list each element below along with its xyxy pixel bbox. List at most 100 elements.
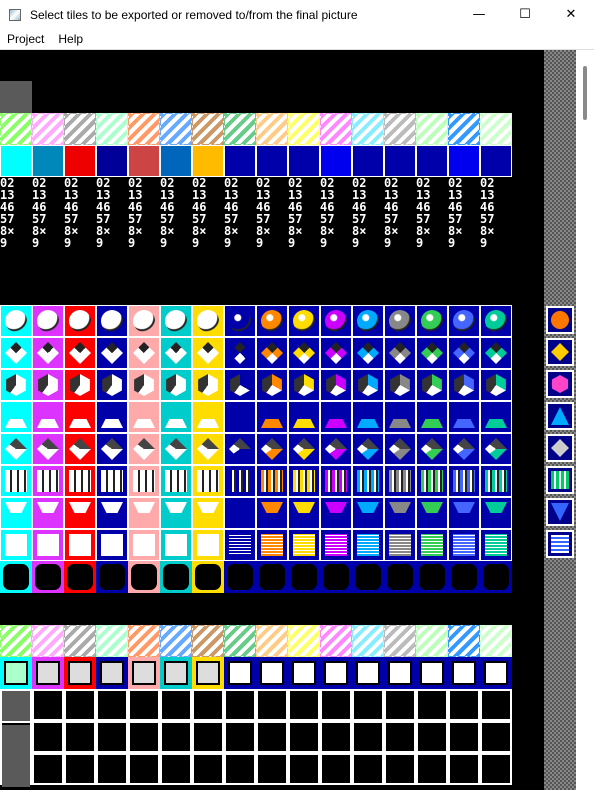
palette-tile[interactable] [32, 145, 64, 177]
gem-tile[interactable] [192, 497, 224, 529]
gem-tile[interactable] [480, 337, 512, 369]
gem-tile[interactable] [320, 401, 352, 433]
gem-tile[interactable] [96, 401, 128, 433]
gem-tile[interactable] [384, 497, 416, 529]
palette-tile[interactable] [160, 145, 192, 177]
palette-tile[interactable] [480, 145, 512, 177]
gem-tile[interactable] [256, 465, 288, 497]
frame-tile[interactable] [64, 561, 96, 593]
stripe-tile[interactable] [160, 625, 192, 657]
gem-tile[interactable] [256, 369, 288, 401]
gem-tile[interactable] [0, 529, 32, 561]
gem-tile[interactable] [160, 529, 192, 561]
stripe-tile[interactable] [384, 113, 416, 145]
maximize-button[interactable]: ☐ [502, 0, 548, 29]
black-box-tile[interactable] [384, 689, 416, 721]
outline-tile[interactable] [288, 657, 320, 689]
black-box-tile[interactable] [256, 689, 288, 721]
stripe-tile[interactable] [96, 113, 128, 145]
gem-tile[interactable] [384, 305, 416, 337]
gem-tile[interactable] [480, 401, 512, 433]
gem-tile[interactable] [96, 465, 128, 497]
black-box-tile[interactable] [96, 753, 128, 785]
outline-tile[interactable] [448, 657, 480, 689]
gem-tile[interactable] [64, 433, 96, 465]
stripe-tile[interactable] [192, 113, 224, 145]
black-box-tile[interactable] [352, 753, 384, 785]
gem-tile[interactable] [224, 497, 256, 529]
black-box-tile[interactable] [416, 753, 448, 785]
black-box-tile[interactable] [448, 689, 480, 721]
gem-tile[interactable] [192, 401, 224, 433]
stripe-tile[interactable] [128, 113, 160, 145]
gem-tile[interactable] [384, 433, 416, 465]
gem-tile[interactable] [96, 369, 128, 401]
number-tile[interactable]: 02 13 46 57 8× 9 [416, 177, 448, 271]
gem-tile[interactable] [256, 433, 288, 465]
gem-tile[interactable] [224, 529, 256, 561]
black-box-tile[interactable] [64, 689, 96, 721]
gem-tile[interactable] [352, 401, 384, 433]
gem-tile[interactable] [192, 465, 224, 497]
stripe-tile[interactable] [128, 625, 160, 657]
gem-tile[interactable] [448, 529, 480, 561]
stripe-tile[interactable] [256, 625, 288, 657]
outline-tile[interactable] [96, 657, 128, 689]
number-tile[interactable]: 02 13 46 57 8× 9 [384, 177, 416, 271]
gem-tile[interactable] [224, 337, 256, 369]
black-box-tile[interactable] [480, 689, 512, 721]
side-gem-tile[interactable] [546, 530, 574, 558]
black-box-tile[interactable] [480, 721, 512, 753]
gem-tile[interactable] [224, 305, 256, 337]
black-box-tile[interactable] [96, 689, 128, 721]
gem-tile[interactable] [32, 401, 64, 433]
black-box-tile[interactable] [192, 721, 224, 753]
frame-tile[interactable] [32, 561, 64, 593]
black-box-tile[interactable] [224, 753, 256, 785]
gem-tile[interactable] [256, 529, 288, 561]
gem-tile[interactable] [448, 369, 480, 401]
black-box-tile[interactable] [416, 689, 448, 721]
palette-tile[interactable] [288, 145, 320, 177]
side-gem-tile[interactable] [546, 306, 574, 334]
black-box-tile[interactable] [64, 721, 96, 753]
number-tile[interactable]: 02 13 46 57 8× 9 [96, 177, 128, 271]
stripe-tile[interactable] [64, 113, 96, 145]
side-gem-tile[interactable] [546, 370, 574, 398]
side-gem-tile[interactable] [546, 338, 574, 366]
black-box-tile[interactable] [320, 721, 352, 753]
gem-tile[interactable] [192, 529, 224, 561]
gem-tile[interactable] [64, 465, 96, 497]
stripe-tile[interactable] [64, 625, 96, 657]
scrollbar-thumb[interactable] [583, 66, 587, 120]
gem-tile[interactable] [352, 305, 384, 337]
stripe-tile[interactable] [480, 113, 512, 145]
black-box-tile[interactable] [192, 689, 224, 721]
gem-tile[interactable] [128, 401, 160, 433]
outline-tile[interactable] [128, 657, 160, 689]
outline-tile[interactable] [480, 657, 512, 689]
black-box-tile[interactable] [64, 753, 96, 785]
gem-tile[interactable] [96, 433, 128, 465]
outline-tile[interactable] [192, 657, 224, 689]
gem-tile[interactable] [448, 465, 480, 497]
stripe-tile[interactable] [224, 113, 256, 145]
gem-tile[interactable] [32, 369, 64, 401]
gem-tile[interactable] [32, 497, 64, 529]
number-tile[interactable]: 02 13 46 57 8× 9 [192, 177, 224, 271]
gem-tile[interactable] [448, 401, 480, 433]
gem-tile[interactable] [384, 369, 416, 401]
gem-tile[interactable] [416, 369, 448, 401]
black-box-tile[interactable] [288, 689, 320, 721]
gem-tile[interactable] [416, 529, 448, 561]
gem-tile[interactable] [192, 433, 224, 465]
frame-tile[interactable] [480, 561, 512, 593]
gem-tile[interactable] [320, 465, 352, 497]
gem-tile[interactable] [448, 497, 480, 529]
gem-tile[interactable] [192, 369, 224, 401]
gem-tile[interactable] [416, 337, 448, 369]
gem-tile[interactable] [416, 305, 448, 337]
palette-tile[interactable] [64, 145, 96, 177]
number-tile[interactable]: 02 13 46 57 8× 9 [160, 177, 192, 271]
black-box-tile[interactable] [32, 753, 64, 785]
